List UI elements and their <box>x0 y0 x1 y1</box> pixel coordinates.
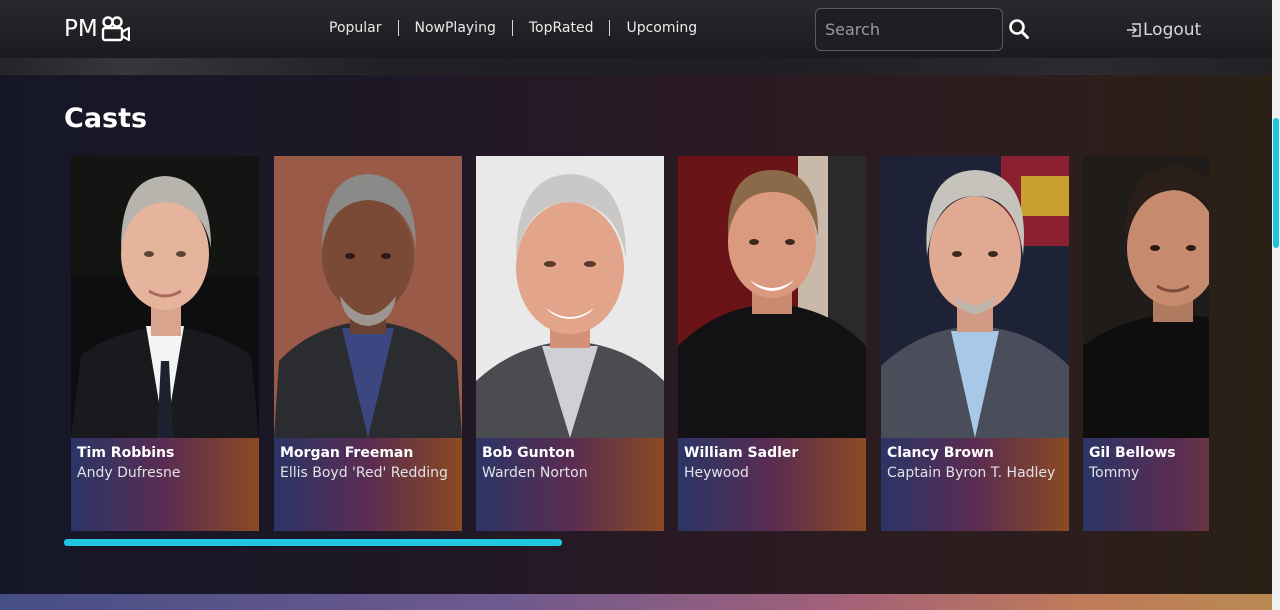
cast-info: Clancy Brown Captain Byron T. Hadley <box>881 438 1069 531</box>
actor-name: William Sadler <box>684 445 799 461</box>
cast-info: William Sadler Heywood <box>678 438 866 531</box>
page: PM Popular NowPlaying TopRated Upcoming <box>0 0 1272 610</box>
character-name: Andy Dufresne <box>77 465 181 481</box>
logout-button[interactable]: Logout <box>1126 20 1201 40</box>
actor-photo <box>881 156 1069 438</box>
nav-top-rated[interactable]: TopRated <box>529 20 594 36</box>
logo-text: PM <box>64 16 98 42</box>
page-scroll-thumb[interactable] <box>1273 118 1279 248</box>
actor-photo <box>71 156 259 438</box>
movie-camera-icon <box>101 16 130 42</box>
section-title: Casts <box>64 103 148 134</box>
top-navbar: PM Popular NowPlaying TopRated Upcoming <box>0 0 1272 75</box>
main-nav: Popular NowPlaying TopRated Upcoming <box>329 20 697 36</box>
actor-name: Morgan Freeman <box>280 445 414 461</box>
footer-gradient-bar <box>0 594 1272 610</box>
search-icon[interactable] <box>1008 18 1030 40</box>
cast-card[interactable]: Bob Gunton Warden Norton <box>476 156 664 531</box>
actor-photo <box>274 156 462 438</box>
cast-info: Gil Bellows Tommy <box>1083 438 1209 531</box>
nav-now-playing[interactable]: NowPlaying <box>415 20 496 36</box>
character-name: Ellis Boyd 'Red' Redding <box>280 465 448 481</box>
nav-upcoming[interactable]: Upcoming <box>626 20 697 36</box>
search-input[interactable] <box>815 8 1003 51</box>
actor-name: Tim Robbins <box>77 445 175 461</box>
cast-card[interactable]: William Sadler Heywood <box>678 156 866 531</box>
nav-divider <box>609 20 611 36</box>
character-name: Warden Norton <box>482 465 588 481</box>
actor-photo <box>678 156 866 438</box>
actor-name: Bob Gunton <box>482 445 575 461</box>
character-name: Tommy <box>1089 465 1140 481</box>
brand-logo[interactable]: PM <box>64 14 130 44</box>
cast-info: Morgan Freeman Ellis Boyd 'Red' Redding <box>274 438 462 531</box>
carousel-scrollbar[interactable] <box>64 539 1209 546</box>
actor-name: Gil Bellows <box>1089 445 1176 461</box>
cast-info: Tim Robbins Andy Dufresne <box>71 438 259 531</box>
actor-photo <box>1083 156 1209 438</box>
nav-popular[interactable]: Popular <box>329 20 382 36</box>
cast-info: Bob Gunton Warden Norton <box>476 438 664 531</box>
cast-card[interactable]: Gil Bellows Tommy <box>1083 156 1209 531</box>
page-scrollbar[interactable] <box>1272 0 1280 610</box>
character-name: Heywood <box>684 465 749 481</box>
nav-divider <box>397 20 399 36</box>
character-name: Captain Byron T. Hadley <box>887 465 1056 481</box>
cast-card[interactable]: Morgan Freeman Ellis Boyd 'Red' Redding <box>274 156 462 531</box>
cast-card[interactable]: Tim Robbins Andy Dufresne <box>71 156 259 531</box>
carousel-scroll-thumb[interactable] <box>64 539 562 546</box>
cast-card[interactable]: Clancy Brown Captain Byron T. Hadley <box>881 156 1069 531</box>
actor-name: Clancy Brown <box>887 445 994 461</box>
sign-out-icon <box>1127 23 1141 37</box>
logout-label: Logout <box>1143 20 1202 40</box>
nav-divider <box>511 20 513 36</box>
cast-carousel[interactable]: Tim Robbins Andy Dufresne Morgan Freeman… <box>71 156 1209 532</box>
actor-photo <box>476 156 664 438</box>
